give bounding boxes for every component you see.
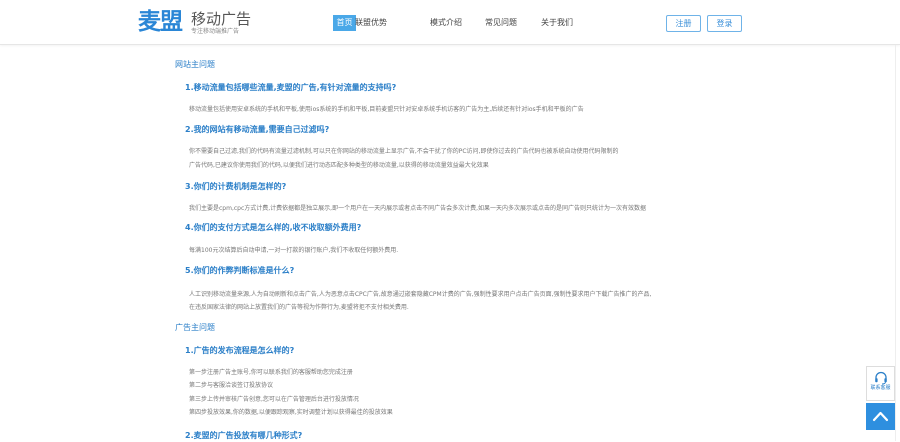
page-edge (895, 45, 896, 441)
nav-faq[interactable]: 常见问题 (481, 15, 521, 31)
answer-text: 你不需要自己过滤,我们的代码有流量过滤机制,可以只在你网站的移动流量上显示广告,… (189, 148, 619, 155)
answer-text: 第三步上传并审核广告创意,您可以在广告管理后台进行投放情况 (189, 396, 359, 403)
headset-icon (874, 371, 887, 385)
answer-text: 第一步注册广告主账号,你可以联系我们的客服帮助您完成注册 (189, 369, 353, 376)
nav-about[interactable]: 关于我们 (537, 15, 577, 31)
question-1: 1.移动流量包括哪些流量,麦盟的广告,有针对流量的支持吗? (185, 83, 397, 92)
back-to-top-button[interactable] (866, 403, 895, 430)
answer-text: 第二步与客服洽谈签订投放协议 (189, 382, 274, 389)
site-logo[interactable]: 麦盟 (138, 9, 183, 35)
answer-text: 广告代码,已建议你使用我们的代码,以便我们进行动态匹配多种类型的移动流量,以获得… (189, 162, 489, 169)
register-button[interactable]: 注册 (666, 15, 701, 32)
question-4: 4.你们的支付方式是怎么样的,收不收取额外费用? (185, 223, 362, 232)
answer-text: 移动流量包括使用安卓系统的手机和平板,使用ios系统的手机和平板,目前麦盟只针对… (189, 106, 584, 113)
brand-name: 移动广告 (191, 10, 252, 28)
section-title-advertiser: 广告主问题 (175, 323, 215, 332)
nav-advantages[interactable]: 联盟优势 (347, 15, 395, 31)
question-3: 3.你们的计费机制是怎样的? (185, 182, 287, 191)
answer-text: 每满100元次结算后自动申请,一对一打款的银行账户,我们不收取任何额外费用. (189, 247, 399, 254)
section-title-publisher: 网站主问题 (175, 60, 215, 69)
arrow-up-icon (872, 411, 889, 422)
question-2: 2.我的网站有移动流量,需要自己过滤吗? (185, 125, 330, 134)
brand-tagline: 专注移动端推广告 (191, 28, 240, 35)
support-label: 联系客服 (870, 385, 891, 391)
customer-service-widget[interactable]: 联系客服 (866, 366, 895, 401)
question-5: 5.你们的作弊判断标准是什么? (185, 266, 295, 275)
top-header: 麦盟 移动广告 专注移动端推广告 首页 联盟优势 模式介绍 常见问题 关于我们 … (0, 0, 900, 45)
question-ad-2: 2.麦盟的广告投放有哪几种形式? (185, 431, 303, 440)
answer-text: 我们主要是cpm,cpc方式计费,计费依据都是独立展示,即一个用户在一天内展示或… (189, 205, 646, 212)
answer-text: 第四步投放效果,你的数据,以便跟踪观察,实时调整计划以获得最佳的投放效果 (189, 409, 393, 416)
faq-content: 网站主问题 1.移动流量包括哪些流量,麦盟的广告,有针对流量的支持吗? 移动流量… (0, 45, 900, 441)
question-ad-1: 1.广告的发布流程是怎么样的? (185, 346, 295, 355)
nav-models[interactable]: 模式介绍 (427, 15, 465, 31)
login-button[interactable]: 登录 (707, 15, 742, 32)
answer-text: 人工识别移动流量来源,人为自动刷新和点击广告,人为恶意点击CPC广告,故意通过嵌… (189, 291, 652, 298)
answer-text: 在违反国家法律的网站上放置我们的广告等视为作弊行为,麦盟将拒不支付相关费用. (189, 304, 409, 311)
